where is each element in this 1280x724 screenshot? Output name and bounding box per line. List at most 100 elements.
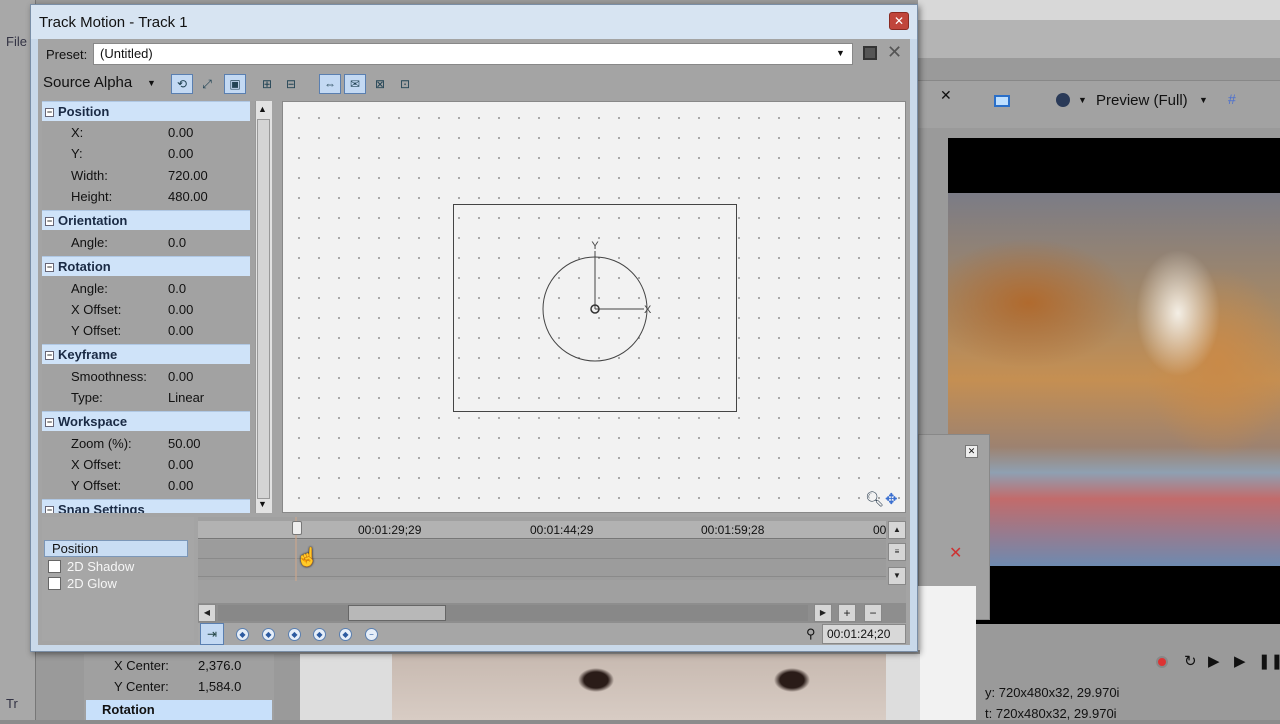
- status-readout: y: 720x480x32, 29.970i t: 720x480x32, 29…: [985, 682, 1119, 724]
- create-keyframe-icon[interactable]: ◆: [288, 628, 301, 641]
- scroll-left-icon[interactable]: ◀: [198, 604, 216, 622]
- zoom-edit-tool-icon[interactable]: ⤢: [196, 74, 218, 94]
- property-row[interactable]: Height: 480.00: [42, 186, 250, 207]
- small-panel-x-icon[interactable]: ✕: [949, 543, 962, 563]
- property-row[interactable]: X Offset: 0.00: [42, 299, 250, 320]
- move-view-icon[interactable]: ✥: [885, 490, 898, 508]
- motion-workspace[interactable]: Y X 🔍︎ ✥: [282, 101, 906, 513]
- zoom-icon[interactable]: 🔍︎: [865, 490, 884, 508]
- property-row[interactable]: Y: 0.00: [42, 143, 250, 164]
- keyframe-controls: ⇥ ◆ ◆ ◆ ◆ ◆ − ⚲ 00:01:24;20: [198, 623, 906, 645]
- category-rotation[interactable]: − Rotation: [42, 256, 250, 276]
- lock-envelopes-icon[interactable]: ⚲: [806, 626, 816, 642]
- lock-aspect-ratio-icon[interactable]: ⊠: [369, 74, 391, 94]
- cursor-timecode[interactable]: 00:01:24;20: [822, 624, 906, 644]
- property-row[interactable]: X Offset: 0.00: [42, 454, 250, 475]
- category-position[interactable]: − Position: [42, 101, 250, 121]
- scrollbar-thumb[interactable]: [348, 605, 446, 621]
- collapse-icon[interactable]: −: [45, 351, 54, 360]
- background-file-menu[interactable]: File: [6, 34, 27, 49]
- ruler-label: 00:01:44;29: [530, 523, 594, 537]
- enable-snapping-icon[interactable]: ⊞: [256, 74, 278, 94]
- timeline-track-position[interactable]: Position: [44, 540, 188, 557]
- prevent-movement-y-icon[interactable]: ✉: [344, 74, 366, 94]
- close-button[interactable]: ✕: [889, 12, 909, 30]
- play-from-start-icon[interactable]: ▶: [1208, 652, 1220, 670]
- source-alpha-dropdown[interactable]: Source Alpha: [43, 74, 132, 91]
- checkbox[interactable]: [48, 577, 61, 590]
- scroll-down-icon[interactable]: ▼: [888, 567, 906, 585]
- scroll-down-icon[interactable]: ▼: [258, 499, 267, 509]
- property-row[interactable]: Angle: 0.0: [42, 232, 250, 253]
- prevent-movement-x-icon[interactable]: ⇔: [319, 74, 341, 94]
- title-bar[interactable]: Track Motion - Track 1 ✕: [31, 5, 917, 39]
- sync-cursor-icon[interactable]: ⇥: [200, 623, 224, 645]
- collapse-icon[interactable]: −: [45, 418, 54, 427]
- preview-monitor-icon[interactable]: [994, 95, 1010, 107]
- edit-in-object-space-icon[interactable]: ⊟: [280, 74, 302, 94]
- timeline-horizontal-scrollbar[interactable]: ◀ ▶ + −: [198, 603, 906, 623]
- enable-rotation-icon[interactable]: ▣: [224, 74, 246, 94]
- scroll-up-icon[interactable]: ▲: [258, 104, 267, 114]
- checkbox[interactable]: [48, 560, 61, 573]
- ruler-label: 00: [873, 523, 887, 537]
- save-preset-icon[interactable]: [863, 46, 877, 60]
- preview-quality-label[interactable]: Preview (Full): [1096, 92, 1188, 109]
- property-row[interactable]: Type: Linear: [42, 387, 250, 408]
- record-icon[interactable]: [1156, 656, 1168, 668]
- collapse-icon[interactable]: −: [45, 217, 54, 226]
- background-white-area: [918, 586, 976, 720]
- collapse-icon[interactable]: −: [45, 506, 54, 513]
- delete-preset-icon[interactable]: ✕: [887, 42, 902, 62]
- category-workspace[interactable]: − Workspace: [42, 411, 250, 431]
- loop-icon[interactable]: ↻: [1184, 652, 1197, 670]
- scroll-up-icon[interactable]: ▲: [888, 521, 906, 539]
- collapse-icon[interactable]: −: [45, 263, 54, 272]
- property-row[interactable]: Y Offset: 0.00: [42, 320, 250, 341]
- preset-dropdown[interactable]: (Untitled): [93, 43, 853, 65]
- zoom-out-icon[interactable]: −: [864, 604, 882, 622]
- scrollbar-thumb[interactable]: ≡: [888, 543, 906, 561]
- preview-overlay-icon[interactable]: [1056, 93, 1070, 107]
- property-row[interactable]: Angle: 0.0: [42, 278, 250, 299]
- delete-keyframe-icon[interactable]: −: [365, 628, 378, 641]
- first-keyframe-icon[interactable]: ◆: [236, 628, 249, 641]
- preview-overlay-dropdown-icon[interactable]: ▼: [1078, 95, 1087, 105]
- preview-grid-icon[interactable]: #: [1228, 91, 1236, 107]
- property-row[interactable]: X: 0.00: [42, 122, 250, 143]
- orientation-gizmo[interactable]: Y X: [454, 205, 738, 413]
- category-orientation[interactable]: − Orientation: [42, 210, 250, 230]
- preset-label: Preset:: [46, 47, 88, 62]
- playhead[interactable]: [292, 521, 302, 535]
- scrollbar-thumb[interactable]: [257, 119, 270, 499]
- bg-prop-value[interactable]: 2,376.0: [198, 658, 241, 673]
- timeline-vertical-scrollbar[interactable]: ▲ ≡ ▼: [888, 521, 906, 585]
- next-keyframe-icon[interactable]: ◆: [313, 628, 326, 641]
- normal-edit-tool-icon[interactable]: ⟲: [171, 74, 193, 94]
- property-row[interactable]: Zoom (%): 50.00: [42, 433, 250, 454]
- scroll-right-icon[interactable]: ▶: [814, 604, 832, 622]
- preview-close-icon[interactable]: ✕: [940, 87, 952, 104]
- zoom-in-icon[interactable]: +: [838, 604, 856, 622]
- property-row[interactable]: Smoothness: 0.00: [42, 366, 250, 387]
- previous-keyframe-icon[interactable]: ◆: [262, 628, 275, 641]
- bg-prop-value[interactable]: 1,584.0: [198, 679, 241, 694]
- scrollbar-track[interactable]: [218, 605, 808, 621]
- scale-about-center-icon[interactable]: ⊡: [394, 74, 416, 94]
- category-snap-settings[interactable]: − Snap Settings: [42, 499, 250, 513]
- property-row[interactable]: Y Offset: 0.00: [42, 475, 250, 496]
- small-panel-close-icon[interactable]: ✕: [965, 445, 978, 458]
- chevron-down-icon[interactable]: ▼: [836, 43, 845, 63]
- track-frame[interactable]: Y X: [453, 204, 737, 412]
- play-icon[interactable]: ▶: [1234, 652, 1246, 670]
- chevron-down-icon[interactable]: ▼: [147, 78, 156, 88]
- collapse-icon[interactable]: −: [45, 108, 54, 117]
- last-keyframe-icon[interactable]: ◆: [339, 628, 352, 641]
- pause-icon[interactable]: ❚❚: [1258, 652, 1280, 670]
- bg-rotation-category[interactable]: Rotation: [86, 700, 272, 720]
- category-keyframe[interactable]: − Keyframe: [42, 344, 250, 364]
- property-row[interactable]: Width: 720.00: [42, 165, 250, 186]
- track-2d-glow[interactable]: 2D Glow: [46, 575, 186, 592]
- preview-quality-dropdown-icon[interactable]: ▼: [1199, 95, 1208, 105]
- track-2d-shadow[interactable]: 2D Shadow: [46, 558, 186, 575]
